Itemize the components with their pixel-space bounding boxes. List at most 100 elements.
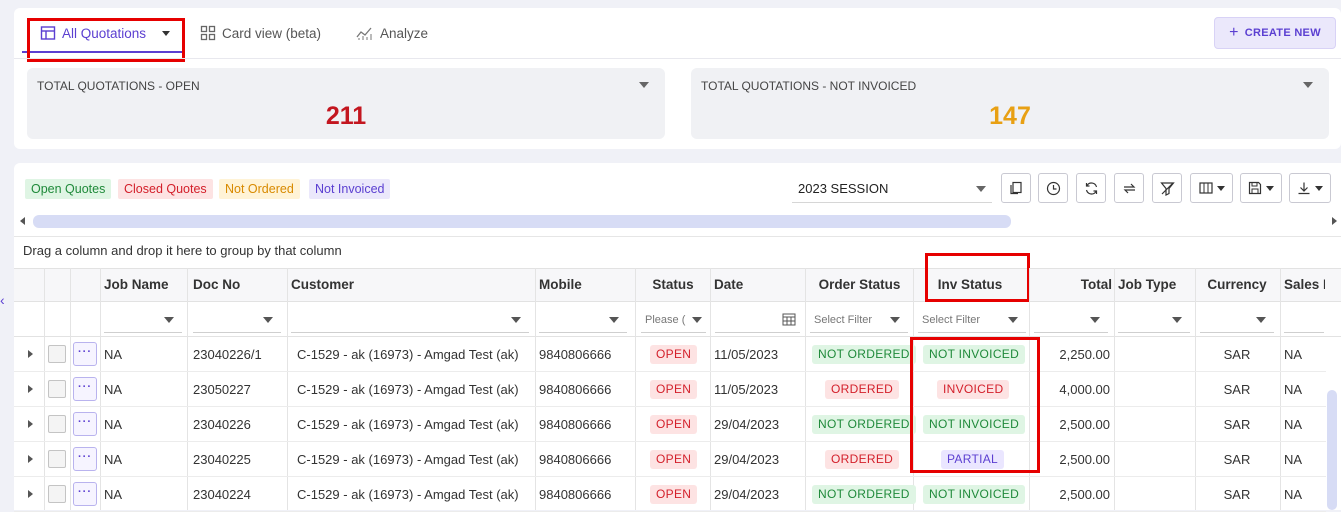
- cell-total: 2,500.00: [1059, 487, 1110, 502]
- col-header-job-name[interactable]: Job Name: [104, 268, 169, 302]
- columns-button[interactable]: [1190, 173, 1233, 203]
- chip-open-quotes[interactable]: Open Quotes: [25, 179, 112, 199]
- col-header-order-status[interactable]: Order Status: [806, 268, 913, 302]
- row-actions-button[interactable]: ···: [73, 482, 97, 506]
- kpi-value: 147: [989, 102, 1031, 130]
- filter-order-status[interactable]: Select Filter: [810, 309, 908, 333]
- create-new-button[interactable]: + CREATE NEW: [1214, 17, 1336, 49]
- chip-not-invoiced[interactable]: Not Invoiced: [309, 179, 391, 199]
- chevron-down-icon: [1008, 317, 1018, 323]
- download-icon: [1298, 182, 1310, 195]
- download-button[interactable]: [1289, 173, 1331, 203]
- session-select[interactable]: 2023 SESSION: [792, 174, 992, 203]
- columns-icon: [1198, 182, 1213, 194]
- row-actions-button[interactable]: ···: [73, 447, 97, 471]
- row-checkbox[interactable]: [48, 450, 66, 468]
- copy-button[interactable]: [1001, 173, 1031, 203]
- scroll-right-icon[interactable]: [1332, 217, 1337, 225]
- highlight-box-inv-status-header: [925, 253, 1030, 302]
- row-actions-button[interactable]: ···: [73, 412, 97, 436]
- cell-total: 4,000.00: [1059, 382, 1110, 397]
- save-layout-button[interactable]: [1240, 173, 1282, 203]
- group-by-hint: Drag a column and drop it here to group …: [23, 243, 342, 258]
- refresh-button[interactable]: [1076, 173, 1106, 203]
- col-header-customer[interactable]: Customer: [291, 268, 354, 302]
- col-header-mobile[interactable]: Mobile: [539, 268, 582, 302]
- filter-job-type[interactable]: [1118, 309, 1190, 333]
- clock-icon: [1046, 181, 1060, 195]
- tab-label: Card view (beta): [222, 25, 322, 41]
- filter-status[interactable]: Please (: [641, 309, 706, 333]
- filter-doc-no[interactable]: [193, 309, 281, 333]
- cell-job-name: NA: [104, 487, 123, 502]
- expand-row-icon[interactable]: [28, 385, 33, 393]
- col-header-currency[interactable]: Currency: [1196, 268, 1278, 302]
- scroll-left-icon[interactable]: [20, 217, 25, 225]
- cell-mobile: 9840806666: [539, 487, 612, 502]
- filter-date[interactable]: [715, 309, 800, 333]
- col-header-date[interactable]: Date: [714, 268, 743, 302]
- chart-icon: [356, 27, 372, 40]
- cell-job-name: NA: [104, 347, 123, 362]
- row-checkbox[interactable]: [48, 485, 66, 503]
- row-checkbox[interactable]: [48, 415, 66, 433]
- chevron-down-icon: [511, 317, 521, 323]
- filter-inv-status[interactable]: Select Filter: [918, 309, 1026, 333]
- order-status-badge: ORDERED: [825, 380, 900, 399]
- chevron-down-icon[interactable]: [1303, 82, 1313, 88]
- cell-doc-no: 23040224: [193, 487, 251, 502]
- create-new-label: CREATE NEW: [1244, 27, 1321, 39]
- chip-not-ordered[interactable]: Not Ordered: [219, 179, 300, 199]
- row-checkbox[interactable]: [48, 345, 66, 363]
- cell-total: 2,500.00: [1059, 417, 1110, 432]
- grid-icon: [200, 25, 216, 41]
- vertical-scroll-thumb[interactable]: [1327, 390, 1337, 510]
- highlight-box-inv-status-cells: [910, 337, 1040, 473]
- chevron-down-icon: [890, 317, 900, 323]
- kpi-card-not-invoiced[interactable]: TOTAL QUOTATIONS - NOT INVOICED 147: [691, 68, 1329, 139]
- expand-row-icon[interactable]: [28, 490, 33, 498]
- calendar-icon[interactable]: [782, 312, 796, 326]
- row-checkbox[interactable]: [48, 380, 66, 398]
- chevron-down-icon: [263, 317, 273, 323]
- collapse-sidebar-icon[interactable]: ‹: [0, 292, 5, 308]
- expand-row-icon[interactable]: [28, 455, 33, 463]
- clear-filter-button[interactable]: [1152, 173, 1182, 203]
- row-actions-button[interactable]: ···: [73, 377, 97, 401]
- filter-mobile[interactable]: [539, 309, 627, 333]
- session-value: 2023 SESSION: [798, 181, 889, 196]
- filter-job-name[interactable]: [104, 309, 182, 333]
- status-badge: OPEN: [650, 415, 698, 434]
- tab-analyze[interactable]: Analyze: [356, 8, 428, 58]
- cell-date: 11/05/2023: [714, 347, 779, 362]
- cell-sales: NA: [1284, 452, 1303, 467]
- chevron-down-icon: [1090, 317, 1100, 323]
- cell-doc-no: 23040225: [193, 452, 251, 467]
- horizontal-scroll-thumb[interactable]: [33, 215, 1011, 228]
- order-status-badge: NOT ORDERED: [812, 345, 916, 364]
- highlight-box-tab: [27, 18, 185, 62]
- filter-sales[interactable]: [1284, 309, 1324, 333]
- col-header-doc-no[interactable]: Doc No: [193, 268, 240, 302]
- expand-row-icon[interactable]: [28, 420, 33, 428]
- col-header-sales[interactable]: Sales F: [1284, 268, 1325, 302]
- filter-order-status-placeholder: Select Filter: [814, 314, 873, 326]
- cell-currency: SAR: [1223, 487, 1251, 502]
- kpi-card-open[interactable]: TOTAL QUOTATIONS - OPEN 211: [27, 68, 665, 139]
- expand-row-icon[interactable]: [28, 350, 33, 358]
- cell-mobile: 9840806666: [539, 347, 612, 362]
- col-header-total[interactable]: Total: [1030, 268, 1112, 302]
- chip-closed-quotes[interactable]: Closed Quotes: [118, 179, 213, 199]
- col-header-job-type[interactable]: Job Type: [1118, 268, 1176, 302]
- swap-button[interactable]: [1114, 173, 1144, 203]
- chevron-down-icon: [609, 317, 619, 323]
- history-button[interactable]: [1038, 173, 1068, 203]
- filter-currency[interactable]: [1200, 309, 1274, 333]
- filter-customer[interactable]: [291, 309, 529, 333]
- col-header-status[interactable]: Status: [636, 268, 710, 302]
- row-actions-button[interactable]: ···: [73, 342, 97, 366]
- filter-total[interactable]: [1034, 309, 1108, 333]
- chevron-down-icon[interactable]: [639, 82, 649, 88]
- tab-card-view[interactable]: Card view (beta): [200, 8, 321, 58]
- cell-doc-no: 23040226/1: [193, 347, 262, 362]
